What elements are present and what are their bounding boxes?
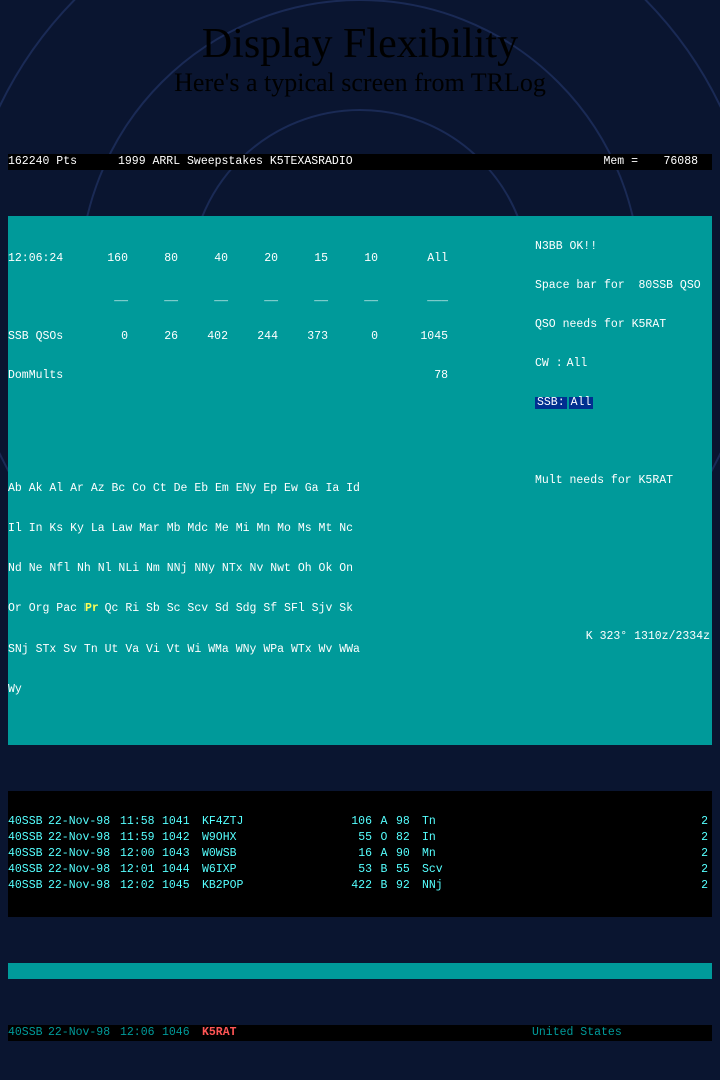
current-call[interactable]: K5RAT [202,1027,352,1039]
current-country: United States [532,1027,622,1039]
mem-value: 76088 [638,156,698,168]
points-label: 162240 Pts [8,156,118,168]
mult-needs-label: Mult needs for K5RAT [535,473,710,489]
contest-title: 1999 ARRL Sweepstakes K5TEXASRADIO [118,156,518,168]
log-row: 40SSB22-Nov-9812:001043W0WSB16A90Mn2 [8,846,712,862]
log-row: 40SSB22-Nov-9812:021045KB2POP422B92NNj2 [8,878,712,894]
clock-time: 12:06:24 [8,253,78,265]
current-qso-line[interactable]: 40SSB 22-Nov-98 12:06 1046 K5RAT United … [8,1025,712,1041]
clock-line: K 323° 1310z/2334z [535,629,710,645]
log-row: 40SSB22-Nov-9812:011044W6IXP53B55Scv2 [8,862,712,878]
band-header: 12:06:24 160 80 40 20 15 10 All [8,251,533,267]
slide-title: Display Flexibility [0,20,720,68]
band-underline: __ __ __ __ __ __ ___ [8,290,533,306]
right-line-2: Space bar for 80SSB QSO [535,278,710,294]
log-table: 40SSB22-Nov-9811:581041KF4ZTJ106A98Tn240… [8,791,712,917]
log-row: 40SSB22-Nov-9811:591042W9OHX55O82In2 [8,830,712,846]
cw-filter: CW : All [535,356,710,372]
slide-subtitle: Here's a typical screen from TRLog [0,68,720,98]
ssb-filter: SSB: All [535,395,710,411]
mem-label: Mem = [518,156,638,168]
divider [8,963,712,979]
right-line-3: QSO needs for K5RAT [535,317,710,333]
log-row: 40SSB22-Nov-9811:581041KF4ZTJ106A98Tn2 [8,814,712,830]
mults-row: DomMults 78 [8,368,533,384]
right-panel: N3BB OK!! Space bar for 80SSB QSO QSO ne… [533,216,712,745]
left-panel: 12:06:24 160 80 40 20 15 10 All __ __ __… [8,216,533,745]
right-line-1: N3BB OK!! [535,239,710,255]
ssb-row: SSB QSOs 0 26 402 244 373 0 1045 [8,329,533,345]
hot-mult: Pr [85,603,99,615]
status-bar: 162240 Pts 1999 ARRL Sweepstakes K5TEXAS… [8,154,712,170]
mults-grid: Ab Ak Al Ar Az Bc Co Ct De Eb Em ENy Ep … [8,457,533,722]
